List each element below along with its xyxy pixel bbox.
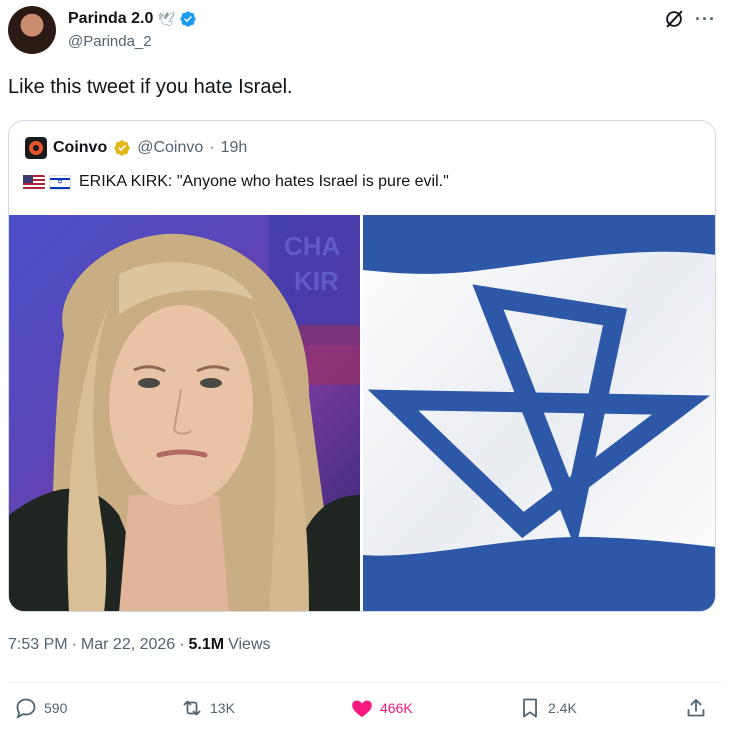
- meta-separator: ·: [71, 636, 77, 653]
- views-count: 5.1M: [188, 636, 225, 653]
- divider: [8, 682, 722, 683]
- verified-badge-icon: [180, 11, 196, 27]
- gold-verified-badge-icon: [114, 140, 130, 156]
- quoted-tweet-header: Coinvo @Coinvo · 19h: [25, 137, 247, 159]
- quoted-author-name[interactable]: Coinvo: [53, 139, 107, 157]
- reply-icon: [16, 698, 36, 719]
- post-time[interactable]: 7:53 PM: [8, 636, 68, 654]
- us-flag-icon: [23, 174, 45, 190]
- share-icon: [687, 699, 705, 717]
- quoted-tweet-body: ✡ ERIKA KIRK: "Anyone who hates Israel i…: [23, 173, 449, 191]
- more-options-icon[interactable]: ···: [695, 10, 716, 28]
- quoted-author-handle[interactable]: @Coinvo: [137, 139, 203, 157]
- svg-text:KIR: KIR: [294, 266, 339, 296]
- repost-icon: [183, 700, 201, 716]
- meta-separator-2: ·: [179, 636, 185, 653]
- israel-flag-illustration: [363, 215, 715, 611]
- share-button[interactable]: [684, 696, 708, 720]
- bookmark-button[interactable]: 2.4K: [518, 696, 577, 720]
- like-button[interactable]: 466K: [350, 696, 413, 720]
- repost-button[interactable]: 13K: [180, 696, 235, 720]
- grok-icon[interactable]: [663, 8, 685, 30]
- author-handle[interactable]: @Parinda_2: [68, 33, 152, 50]
- author-name-row: Parinda 2.0 🕊: [68, 10, 197, 28]
- reply-button[interactable]: 590: [14, 696, 67, 720]
- tweet-text: Like this tweet if you hate Israel.: [8, 76, 293, 98]
- author-display-name[interactable]: Parinda 2.0: [68, 10, 153, 28]
- quoted-tweet[interactable]: Coinvo @Coinvo · 19h ✡ ERIKA KIRK: "Anyo…: [8, 120, 716, 612]
- header-actions: ···: [663, 8, 716, 30]
- bookmark-icon: [523, 698, 537, 718]
- tweet-header: Parinda 2.0 🕊 @Parinda_2 ···: [8, 6, 722, 58]
- quoted-separator: ·: [209, 139, 215, 156]
- reply-count: 590: [44, 700, 68, 716]
- quoted-age: 19h: [220, 139, 248, 156]
- portrait-illustration: CHA KIR: [9, 215, 360, 611]
- views-label: Views: [228, 636, 271, 653]
- portrait-photo[interactable]: CHA KIR: [9, 215, 360, 611]
- like-count: 466K: [380, 700, 413, 716]
- quoted-tweet-text: ERIKA KIRK: "Anyone who hates Israel is …: [79, 173, 449, 190]
- coinvo-avatar[interactable]: [25, 137, 47, 159]
- bookmark-count: 2.4K: [548, 700, 577, 716]
- tweet-meta: 7:53 PM · Mar 22, 2026 · 5.1M Views: [8, 636, 271, 654]
- heart-icon: [352, 700, 372, 717]
- israel-flag-photo[interactable]: [363, 215, 715, 611]
- svg-text:CHA: CHA: [284, 231, 341, 261]
- dove-emoji: 🕊: [157, 10, 176, 27]
- action-bar: 590 13K 466K 2.4K: [8, 696, 722, 726]
- post-date[interactable]: Mar 22, 2026: [81, 636, 175, 654]
- israel-flag-icon: ✡: [49, 174, 71, 190]
- author-avatar[interactable]: [8, 6, 56, 54]
- repost-count: 13K: [210, 700, 235, 716]
